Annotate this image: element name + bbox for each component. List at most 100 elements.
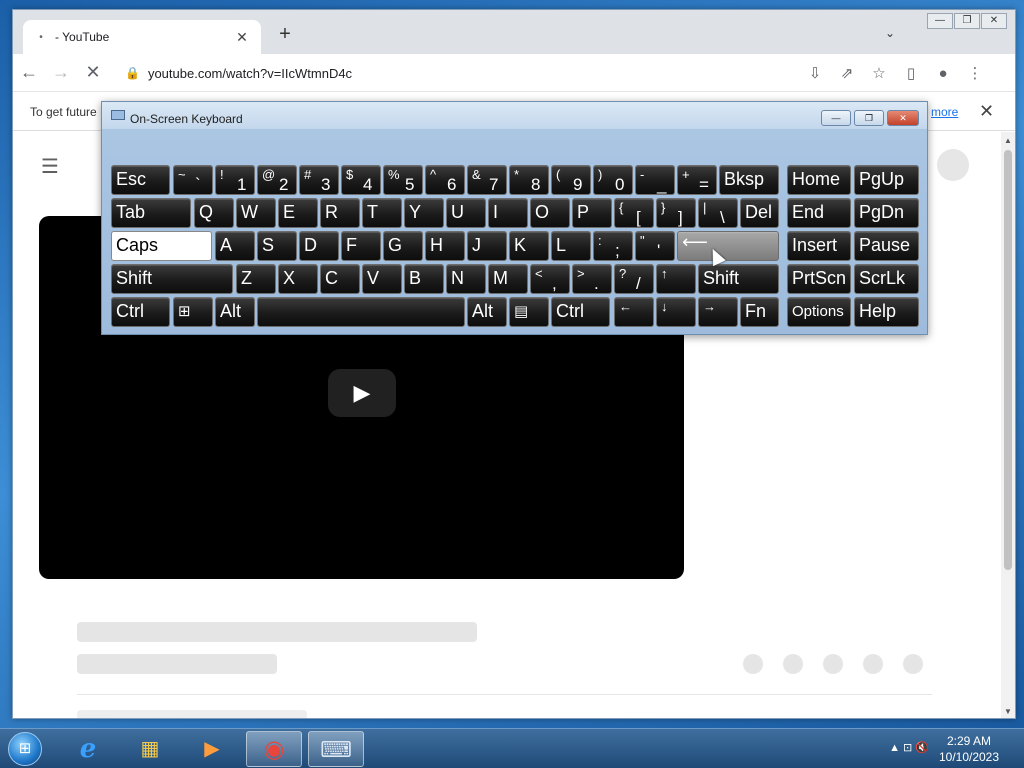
osk-minimize-button[interactable]: —	[821, 110, 851, 126]
key-backslash[interactable]: | \	[698, 198, 738, 228]
key-s[interactable]: S	[257, 231, 297, 261]
key-quote[interactable]: " '	[635, 231, 675, 261]
key-alt-left[interactable]: Alt	[215, 297, 255, 327]
key-shift-right[interactable]: Shift	[698, 264, 779, 294]
key-ctrl-right[interactable]: Ctrl	[551, 297, 610, 327]
key-f[interactable]: F	[341, 231, 381, 261]
scroll-thumb[interactable]	[1004, 150, 1012, 570]
clock[interactable]: 2:29 AM 10/10/2023	[934, 733, 1004, 765]
play-button[interactable]: ▶	[328, 369, 396, 417]
key-h[interactable]: H	[425, 231, 465, 261]
key-fn[interactable]: Fn	[740, 297, 779, 327]
key-b[interactable]: B	[404, 264, 444, 294]
key-minus[interactable]: - _	[635, 165, 675, 195]
key-pause[interactable]: Pause	[854, 231, 919, 261]
key-equals[interactable]: + =	[677, 165, 717, 195]
info-bar-learn-more-link[interactable]: more	[931, 105, 958, 119]
key-alt-right[interactable]: Alt	[467, 297, 507, 327]
key-options[interactable]: Options	[787, 297, 851, 327]
key-del[interactable]: Del	[740, 198, 779, 228]
key-7[interactable]: & 7	[467, 165, 507, 195]
key-r[interactable]: R	[320, 198, 360, 228]
scroll-up-icon[interactable]: ▲	[1001, 136, 1015, 145]
media-player-icon[interactable]: ▶	[184, 731, 240, 767]
key-u[interactable]: U	[446, 198, 486, 228]
key-caps[interactable]: Caps	[111, 231, 212, 261]
key-period[interactable]: >.	[572, 264, 612, 294]
stop-loading-button[interactable]: ✕	[77, 62, 109, 83]
key-1[interactable]: ! 1	[215, 165, 255, 195]
start-button[interactable]: ⊞	[2, 729, 46, 768]
tab-close-icon[interactable]: ✕	[233, 29, 251, 46]
url-text[interactable]: youtube.com/watch?v=IIcWtmnD4c	[148, 66, 799, 81]
hamburger-menu-icon[interactable]: ☰	[41, 154, 59, 179]
tab-youtube[interactable]: • - YouTube ✕	[23, 20, 261, 54]
forward-button[interactable]: →	[45, 62, 77, 83]
lock-icon[interactable]: 🔒	[125, 66, 140, 80]
key-slash[interactable]: ? /	[614, 264, 654, 294]
minimize-button[interactable]: —	[927, 13, 953, 29]
key-windows[interactable]: ⊞	[173, 297, 213, 327]
key-left-bracket[interactable]: {[	[614, 198, 654, 228]
new-tab-button[interactable]: +	[275, 24, 295, 44]
key-v[interactable]: V	[362, 264, 402, 294]
key-e[interactable]: E	[278, 198, 318, 228]
key-down-arrow[interactable]: ↓	[656, 297, 696, 327]
key-help[interactable]: Help	[854, 297, 919, 327]
address-bar[interactable]: 🔒 youtube.com/watch?v=IIcWtmnD4c ⇩ ⇗ ☆ ▯…	[125, 59, 991, 87]
key-m[interactable]: M	[488, 264, 528, 294]
key-y[interactable]: Y	[404, 198, 444, 228]
key-0[interactable]: ) 0	[593, 165, 633, 195]
info-bar-close-icon[interactable]: ✕	[979, 101, 994, 122]
key-j[interactable]: J	[467, 231, 507, 261]
key-pgup[interactable]: PgUp	[854, 165, 919, 195]
osk-titlebar[interactable]: On-Screen Keyboard — ❐ ✕	[102, 102, 927, 129]
key-insert[interactable]: Insert	[787, 231, 851, 261]
key-pgdn[interactable]: PgDn	[854, 198, 919, 228]
close-button[interactable]: ✕	[981, 13, 1007, 29]
back-button[interactable]: ←	[13, 62, 45, 83]
key-prtscn[interactable]: PrtScn	[787, 264, 851, 294]
chrome-menu-icon[interactable]: ⋮	[959, 64, 991, 82]
key-a[interactable]: A	[215, 231, 255, 261]
key-up-arrow[interactable]: ↑	[656, 264, 696, 294]
key-q[interactable]: Q	[194, 198, 234, 228]
file-explorer-icon[interactable]: ▦	[122, 731, 178, 767]
key-2[interactable]: @2	[257, 165, 297, 195]
key-3[interactable]: #3	[299, 165, 339, 195]
side-panel-icon[interactable]: ▯	[895, 64, 927, 82]
key-shift-left[interactable]: Shift	[111, 264, 233, 294]
key-o[interactable]: O	[530, 198, 570, 228]
profile-icon[interactable]: ●	[927, 65, 959, 82]
key-comma[interactable]: <,	[530, 264, 570, 294]
chrome-taskbar-icon[interactable]: ◉	[246, 731, 302, 767]
key-9[interactable]: (9	[551, 165, 591, 195]
key-l[interactable]: L	[551, 231, 591, 261]
key-8[interactable]: * 8	[509, 165, 549, 195]
key-n[interactable]: N	[446, 264, 486, 294]
osk-taskbar-icon[interactable]: ⌨	[308, 731, 364, 767]
key-i[interactable]: I	[488, 198, 528, 228]
key-c[interactable]: C	[320, 264, 360, 294]
key-home[interactable]: Home	[787, 165, 851, 195]
key-p[interactable]: P	[572, 198, 612, 228]
bookmark-star-icon[interactable]: ☆	[863, 64, 895, 82]
osk-maximize-button[interactable]: ❐	[854, 110, 884, 126]
key-backspace[interactable]: Bksp	[719, 165, 779, 195]
tray-icons[interactable]: ▲ ⊡ 🔇	[889, 741, 929, 754]
key-5[interactable]: % 5	[383, 165, 423, 195]
key-left-arrow[interactable]: ←	[614, 297, 654, 327]
key-menu[interactable]: ▤	[509, 297, 549, 327]
key-z[interactable]: Z	[236, 264, 276, 294]
maximize-button[interactable]: ❐	[954, 13, 980, 29]
key-4[interactable]: $4	[341, 165, 381, 195]
osk-close-button[interactable]: ✕	[887, 110, 919, 126]
key-end[interactable]: End	[787, 198, 851, 228]
key-right-arrow[interactable]: →	[698, 297, 738, 327]
share-icon[interactable]: ⇗	[831, 64, 863, 82]
tab-search-icon[interactable]: ⌄	[885, 26, 895, 40]
key-k[interactable]: K	[509, 231, 549, 261]
key-x[interactable]: X	[278, 264, 318, 294]
install-icon[interactable]: ⇩	[799, 64, 831, 82]
key-g[interactable]: G	[383, 231, 423, 261]
